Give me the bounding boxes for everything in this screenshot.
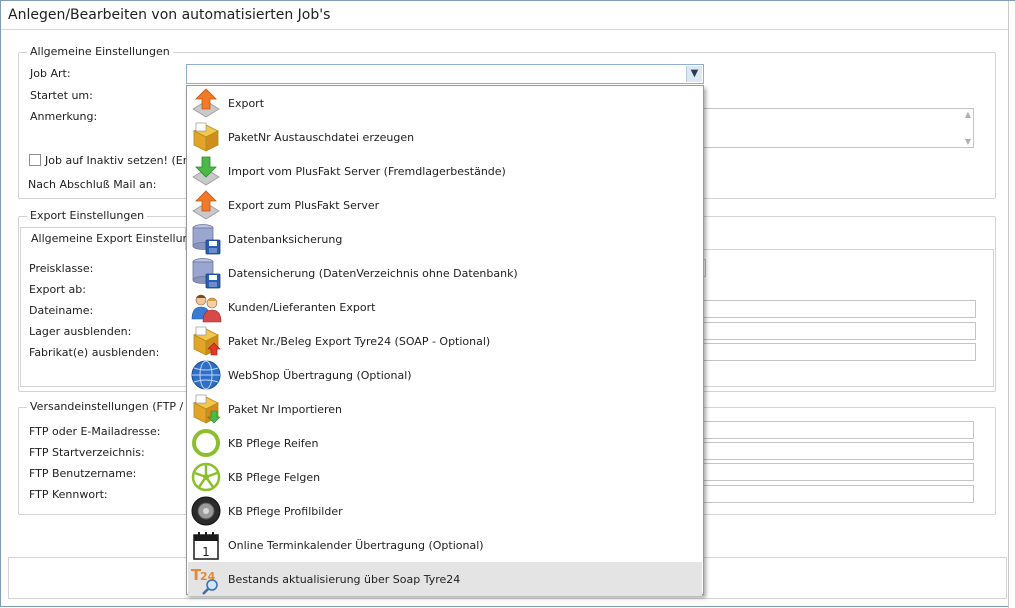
window-right-edge (1008, 1, 1015, 608)
dropdown-item-label: PaketNr Austauschdatei erzeugen (228, 130, 415, 144)
database-save-icon (192, 224, 221, 255)
anmerkung-field[interactable]: ▲ ▼ (701, 108, 974, 148)
rim-icon (191, 462, 221, 492)
anmerkung-label: Anmerkung: (30, 110, 98, 123)
ftp-start-dir-field[interactable] (701, 442, 974, 460)
dropdown-item-label: WebShop Übertragung (Optional) (228, 368, 412, 382)
dropdown-item-label: Paket Nr./Beleg Export Tyre24 (SOAP - Op… (228, 334, 491, 348)
dropdown-item-bestands-aktualisierung[interactable]: T 24 Bestands aktualisierung über Soap T… (188, 562, 702, 596)
dateiname-label: Dateiname: (29, 304, 94, 317)
database-save-icon (192, 258, 221, 289)
dropdown-item-webshop[interactable]: WebShop Übertragung (Optional) (188, 358, 702, 392)
title-divider (1, 29, 1008, 30)
dropdown-item-kunden-export[interactable]: Kunden/Lieferanten Export (188, 290, 702, 324)
dropdown-item-kb-reifen[interactable]: KB Pflege Reifen (188, 426, 702, 460)
dropdown-item-label: Datenbanksicherung (228, 232, 343, 246)
dropdown-item-label: KB Pflege Felgen (228, 470, 321, 484)
tire-profile-icon (191, 496, 221, 526)
dropdown-item-label: KB Pflege Reifen (228, 436, 319, 450)
dropdown-item-label: Import vom PlusFakt Server (Fremdlagerbe… (228, 164, 506, 178)
ftp-password-field[interactable] (701, 485, 974, 503)
window-title: Anlegen/Bearbeiten von automatisierten J… (8, 7, 331, 23)
export-arrow-icon (192, 88, 220, 118)
dropdown-item-datensicherung[interactable]: Datensicherung (DatenVerzeichnis ohne Da… (188, 256, 702, 290)
export-general-tab-label: Allgemeine Export Einstellungen (31, 232, 211, 245)
dropdown-item-kb-profilbilder[interactable]: KB Pflege Profilbilder (188, 494, 702, 528)
chevron-down-icon[interactable]: ▼ (686, 66, 702, 82)
dropdown-item-label: Export (228, 96, 265, 110)
dropdown-item-label: KB Pflege Profilbilder (228, 504, 343, 518)
startet-um-label: Startet um: (30, 89, 93, 102)
ftp-user-field[interactable] (701, 463, 974, 481)
inaktiv-checkbox[interactable] (29, 154, 41, 166)
dropdown-item-paketnr[interactable]: PaketNr Austauschdatei erzeugen (188, 120, 702, 154)
job-art-label: Job Art: (30, 67, 71, 80)
dropdown-item-label: Kunden/Lieferanten Export (228, 300, 376, 314)
import-arrow-icon (192, 156, 220, 186)
dropdown-item-kb-felgen[interactable]: KB Pflege Felgen (188, 460, 702, 494)
scroll-down-icon[interactable]: ▼ (965, 137, 971, 146)
lager-field[interactable] (701, 322, 976, 340)
t24-search-icon: T 24 (191, 566, 218, 595)
mail-label: Nach Abschluß Mail an: (28, 178, 157, 191)
job-art-dropdown-list: Export PaketNr Austauschdatei erzeugen I… (186, 85, 704, 596)
job-art-combobox[interactable]: ▼ (186, 64, 704, 84)
ftp-password-label: FTP Kennwort: (29, 488, 108, 501)
fabrikat-label: Fabrikat(e) ausblenden: (29, 346, 160, 359)
dropdown-item-terminkalender[interactable]: 1 Online Terminkalender Übertragung (Opt… (188, 528, 702, 562)
export-settings-legend: Export Einstellungen (27, 209, 148, 222)
dropdown-item-paket-importieren[interactable]: Paket Nr Importieren (188, 392, 702, 426)
dropdown-item-import-plusfakt[interactable]: Import vom PlusFakt Server (Fremdlagerbe… (188, 154, 702, 188)
dropdown-item-label: Online Terminkalender Übertragung (Optio… (228, 538, 484, 552)
fabrikat-field[interactable] (701, 343, 976, 361)
ftp-address-label: FTP oder E-Mailadresse: (29, 425, 161, 438)
dropdown-item-export[interactable]: Export (188, 86, 702, 120)
dateiname-field[interactable] (701, 300, 976, 318)
dropdown-item-label: Paket Nr Importieren (228, 402, 343, 416)
package-import-icon (193, 394, 221, 424)
scroll-up-icon[interactable]: ▲ (965, 110, 971, 119)
preisklasse-label: Preisklasse: (29, 262, 94, 275)
svg-text:1: 1 (202, 545, 210, 559)
dropdown-item-label: Export zum PlusFakt Server (228, 198, 380, 212)
dropdown-item-export-plusfakt[interactable]: Export zum PlusFakt Server (188, 188, 702, 222)
ftp-start-dir-label: FTP Startverzeichnis: (29, 446, 145, 459)
calendar-icon: 1 (193, 532, 219, 560)
dropdown-item-label: Bestands aktualisierung über Soap Tyre24 (228, 572, 461, 586)
users-icon (191, 294, 222, 323)
package-icon (193, 122, 219, 152)
dropdown-item-datenbanksicherung[interactable]: Datenbanksicherung (188, 222, 702, 256)
job-editor-window: Anlegen/Bearbeiten von automatisierten J… (0, 0, 1015, 608)
dropdown-item-label: Datensicherung (DatenVerzeichnis ohne Da… (228, 266, 518, 280)
export-arrow-icon (192, 190, 220, 220)
package-export-icon (193, 326, 221, 356)
lager-label: Lager ausblenden: (29, 325, 132, 338)
globe-icon (191, 360, 221, 390)
inaktiv-label: Job auf Inaktiv setzen! (Er wi (45, 154, 203, 167)
ftp-user-label: FTP Benutzername: (29, 467, 137, 480)
ftp-address-field[interactable] (701, 421, 974, 439)
tire-ring-icon (192, 429, 220, 457)
export-ab-label: Export ab: (29, 283, 86, 296)
general-settings-legend: Allgemeine Einstellungen (27, 45, 173, 58)
dropdown-item-paket-beleg-export[interactable]: Paket Nr./Beleg Export Tyre24 (SOAP - Op… (188, 324, 702, 358)
